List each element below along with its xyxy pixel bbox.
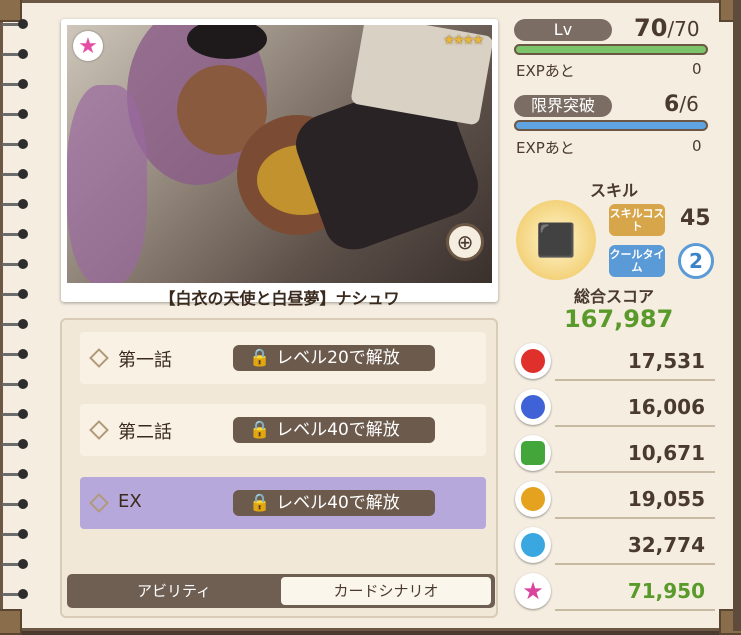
rarity-stars: ★★★★ bbox=[443, 33, 484, 48]
binding-ring bbox=[2, 288, 28, 300]
corner-decoration bbox=[719, 0, 741, 22]
binding-ring bbox=[2, 318, 28, 330]
level-label: Lv bbox=[514, 19, 612, 41]
story-item[interactable]: EX 🔒 レベル40で解放 bbox=[80, 477, 486, 529]
level-exp-bar bbox=[514, 44, 708, 55]
lock-icon: 🔒 bbox=[249, 348, 271, 368]
card-art-frame: ★ ★★★★ ⊕ 【白衣の天使と白昼夢】ナシュワ bbox=[61, 19, 498, 308]
yellow-gem-icon bbox=[515, 481, 551, 517]
tab-card-scenario[interactable]: カードシナリオ bbox=[281, 577, 491, 605]
lock-badge: 🔒 レベル20で解放 bbox=[233, 345, 435, 371]
unlock-condition: レベル40で解放 bbox=[276, 493, 400, 513]
level-exp-value: 0 bbox=[692, 60, 702, 78]
pink-star-icon: ★ bbox=[73, 31, 103, 61]
story-name: 第一話 bbox=[118, 350, 172, 371]
story-name: 第二話 bbox=[118, 422, 172, 443]
attribute-score-value: 71,950 bbox=[627, 579, 705, 603]
limit-break-value: 6/6 bbox=[664, 92, 699, 117]
row-divider bbox=[555, 563, 715, 565]
attribute-score-value: 32,774 bbox=[627, 533, 705, 557]
limit-break-label: 限界突破 bbox=[514, 95, 612, 117]
unlock-condition: レベル40で解放 bbox=[276, 420, 400, 440]
limit-break-bar bbox=[514, 120, 708, 131]
binding-ring bbox=[2, 468, 28, 480]
binding-ring bbox=[2, 168, 28, 180]
green-gem-icon bbox=[515, 435, 551, 471]
story-item[interactable]: 第二話 🔒 レベル40で解放 bbox=[80, 404, 486, 456]
unlock-condition: レベル20で解放 bbox=[276, 348, 400, 368]
cooltime-clock-icon: 2 bbox=[678, 243, 714, 279]
binding-ring bbox=[2, 438, 28, 450]
binding-ring bbox=[2, 498, 28, 510]
limit-break-exp-label: EXPあと bbox=[516, 139, 575, 157]
zoom-in-icon[interactable]: ⊕ bbox=[446, 223, 484, 261]
cooltime-tag: クールタイム bbox=[609, 245, 665, 277]
skill-cost-tag: スキルコスト bbox=[609, 204, 665, 236]
binding-ring bbox=[2, 258, 28, 270]
red-gem-icon bbox=[515, 343, 551, 379]
lock-icon: 🔒 bbox=[249, 420, 271, 440]
binding-ring bbox=[2, 108, 28, 120]
total-score-value: 167,987 bbox=[564, 305, 674, 333]
binding-ring bbox=[2, 528, 28, 540]
binding-ring bbox=[2, 78, 28, 90]
star-gem-icon: ★ bbox=[515, 573, 551, 609]
binding-ring bbox=[2, 18, 28, 30]
binding-ring bbox=[2, 228, 28, 240]
binding-ring bbox=[2, 408, 28, 420]
attribute-score-value: 10,671 bbox=[627, 441, 705, 465]
lock-icon: 🔒 bbox=[249, 493, 271, 513]
attribute-score-value: 19,055 bbox=[627, 487, 705, 511]
diamond-icon bbox=[89, 420, 109, 440]
lock-badge: 🔒 レベル40で解放 bbox=[233, 417, 435, 443]
binding-ring bbox=[2, 48, 28, 60]
binding-ring bbox=[2, 198, 28, 210]
binding-ring bbox=[2, 138, 28, 150]
limit-break-exp-value: 0 bbox=[692, 137, 702, 155]
binding-ring bbox=[2, 348, 28, 360]
cyan-gem-icon bbox=[515, 527, 551, 563]
attribute-score-row: 10,671 bbox=[515, 435, 715, 473]
attribute-score-row: 17,531 bbox=[515, 343, 715, 381]
attribute-score-row: 16,006 bbox=[515, 389, 715, 427]
binding-ring bbox=[2, 588, 28, 600]
card-title: 【白衣の天使と白昼夢】ナシュワ bbox=[159, 289, 400, 308]
lock-badge: 🔒 レベル40で解放 bbox=[233, 490, 435, 516]
binding-ring bbox=[2, 558, 28, 570]
cube-skill-icon[interactable]: ⬛ bbox=[516, 200, 596, 280]
binding-ring bbox=[2, 378, 28, 390]
attribute-score-row: 19,055 bbox=[515, 481, 715, 519]
notebook-page: ★ ★★★★ ⊕ 【白衣の天使と白昼夢】ナシュワ Lv 70/70 EXPあと … bbox=[0, 0, 741, 635]
row-divider bbox=[555, 425, 715, 427]
diamond-icon bbox=[89, 348, 109, 368]
card-illustration[interactable]: ★ ★★★★ ⊕ bbox=[67, 25, 492, 283]
attribute-score-value: 17,531 bbox=[627, 349, 705, 373]
level-exp-label: EXPあと bbox=[516, 62, 575, 80]
attribute-score-row: 32,774 bbox=[515, 527, 715, 565]
tab-bar: アビリティ カードシナリオ bbox=[67, 574, 495, 608]
skill-title: スキル bbox=[590, 181, 639, 200]
tab-ability[interactable]: アビリティ bbox=[71, 577, 277, 605]
row-divider bbox=[555, 379, 715, 381]
story-item[interactable]: 第一話 🔒 レベル20で解放 bbox=[80, 332, 486, 384]
spiral-binding bbox=[0, 18, 30, 618]
row-divider bbox=[555, 471, 715, 473]
attribute-score-value: 16,006 bbox=[627, 395, 705, 419]
total-score-label: 総合スコア bbox=[574, 287, 655, 306]
row-divider bbox=[555, 517, 715, 519]
attribute-score-row: ★ 71,950 bbox=[515, 573, 715, 611]
skill-cost-value: 45 bbox=[680, 206, 711, 231]
diamond-icon bbox=[89, 493, 109, 513]
level-value: 70/70 bbox=[634, 14, 700, 42]
story-name: EX bbox=[118, 491, 142, 512]
row-divider bbox=[555, 609, 715, 611]
corner-decoration bbox=[719, 609, 741, 635]
blue-gem-icon bbox=[515, 389, 551, 425]
